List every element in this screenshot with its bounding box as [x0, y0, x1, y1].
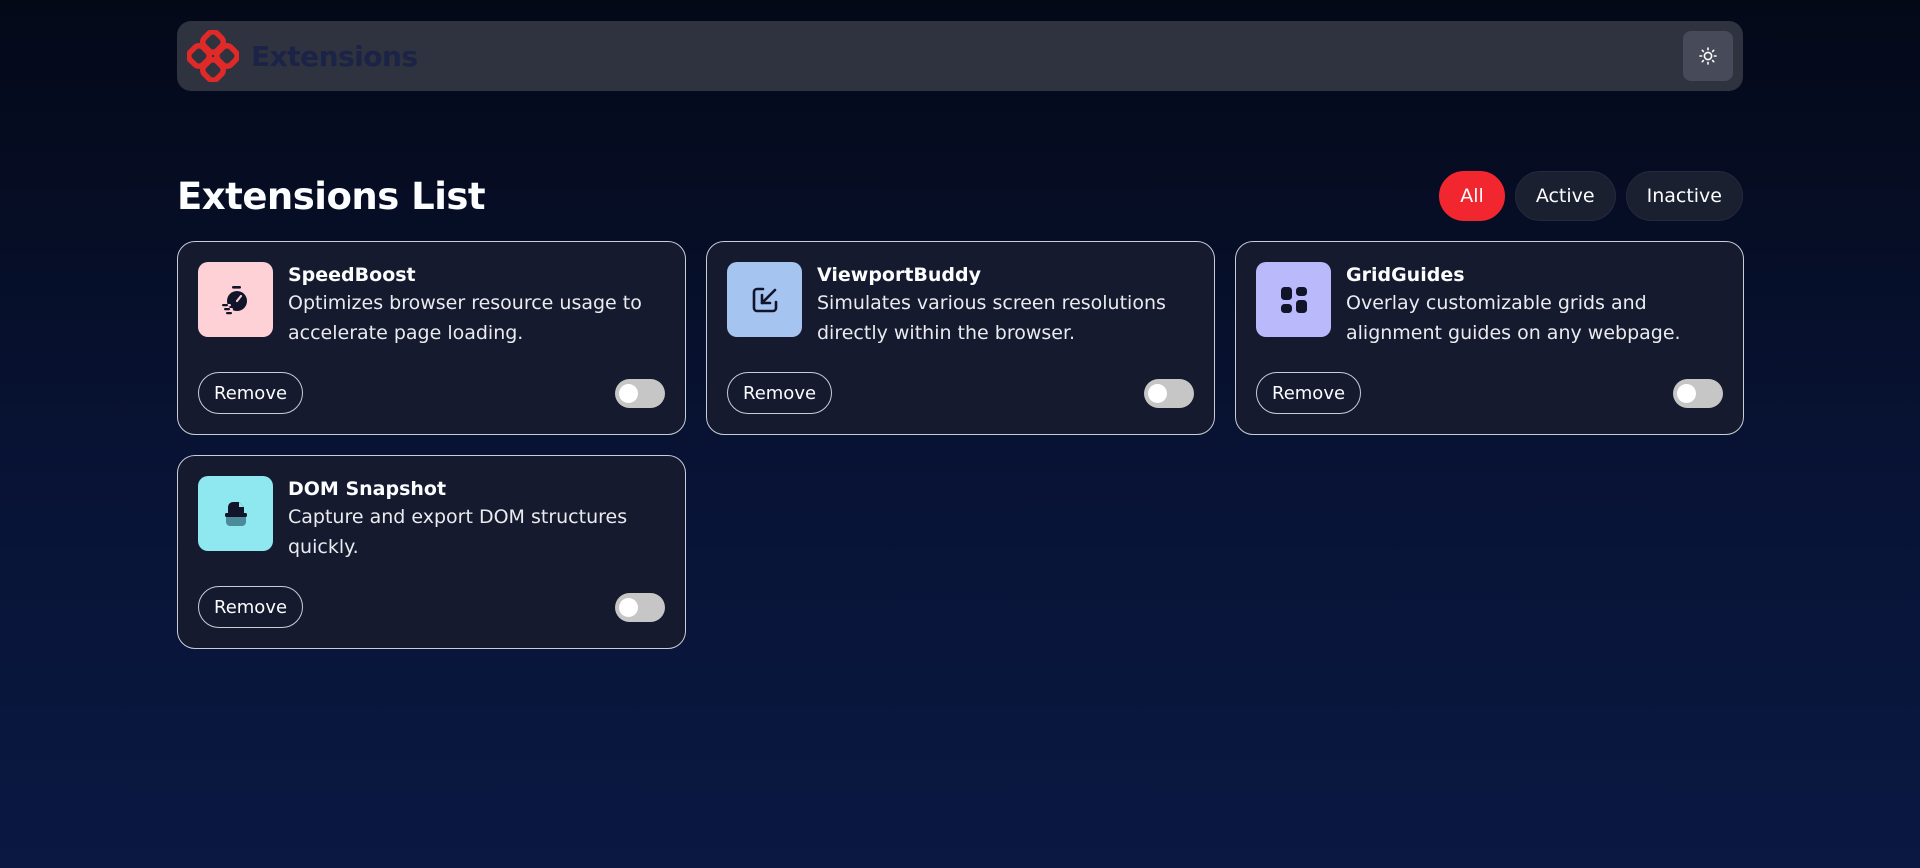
toggle-knob	[619, 597, 638, 617]
remove-button[interactable]: Remove	[1256, 372, 1362, 414]
extensions-grid: SpeedBoost Optimizes browser resource us…	[177, 241, 1744, 649]
filter-all-button[interactable]: All	[1439, 171, 1505, 221]
extension-card: GridGuides Overlay customizable grids an…	[1235, 241, 1744, 435]
extension-icon-tile	[198, 476, 273, 551]
external-arrow-icon	[752, 287, 777, 312]
extension-card: DOM Snapshot Capture and export DOM stru…	[177, 455, 686, 649]
app-title: Extensions	[251, 39, 418, 73]
extension-card: SpeedBoost Optimizes browser resource us…	[177, 241, 686, 435]
extension-card: ViewportBuddy Simulates various screen r…	[706, 241, 1215, 435]
enable-toggle[interactable]	[1673, 378, 1723, 408]
remove-button[interactable]: Remove	[727, 372, 833, 414]
remove-button[interactable]: Remove	[198, 372, 304, 414]
enable-toggle[interactable]	[615, 378, 665, 408]
stopwatch-icon	[221, 285, 247, 314]
sun-icon	[1699, 47, 1717, 65]
toggle-knob	[1677, 383, 1696, 403]
extension-name: DOM Snapshot	[288, 478, 447, 500]
extension-description: Capture and export DOM structures quickl…	[288, 506, 628, 558]
theme-toggle-button[interactable]	[1683, 31, 1733, 81]
top-bar: Extensions	[177, 21, 1743, 91]
logo: Extensions	[187, 30, 418, 82]
extensions-logo-icon	[187, 30, 239, 82]
toggle-knob	[1148, 383, 1167, 403]
extension-name: GridGuides	[1346, 264, 1465, 286]
list-header: Extensions List All Active Inactive	[177, 171, 1743, 221]
extension-name: SpeedBoost	[288, 264, 416, 286]
toggle-knob	[619, 383, 638, 403]
page-title: Extensions List	[177, 174, 486, 218]
filter-active-button[interactable]: Active	[1514, 171, 1616, 221]
extension-name: ViewportBuddy	[817, 264, 982, 286]
extension-icon-tile	[198, 262, 273, 337]
remove-button[interactable]: Remove	[198, 586, 304, 628]
snapshot-cup-icon	[224, 501, 247, 526]
filter-inactive-button[interactable]: Inactive	[1625, 171, 1743, 221]
enable-toggle[interactable]	[1144, 378, 1194, 408]
enable-toggle[interactable]	[615, 592, 665, 622]
extension-description: Simulates various screen resolutions dir…	[817, 292, 1166, 344]
filter-group: All Active Inactive	[1439, 171, 1743, 221]
extension-icon-tile	[727, 262, 802, 337]
layout-grid-icon	[1280, 286, 1307, 313]
extension-description: Optimizes browser resource usage to acce…	[288, 292, 642, 344]
extension-icon-tile	[1256, 262, 1331, 337]
extension-description: Overlay customizable grids and alignment…	[1346, 292, 1681, 344]
